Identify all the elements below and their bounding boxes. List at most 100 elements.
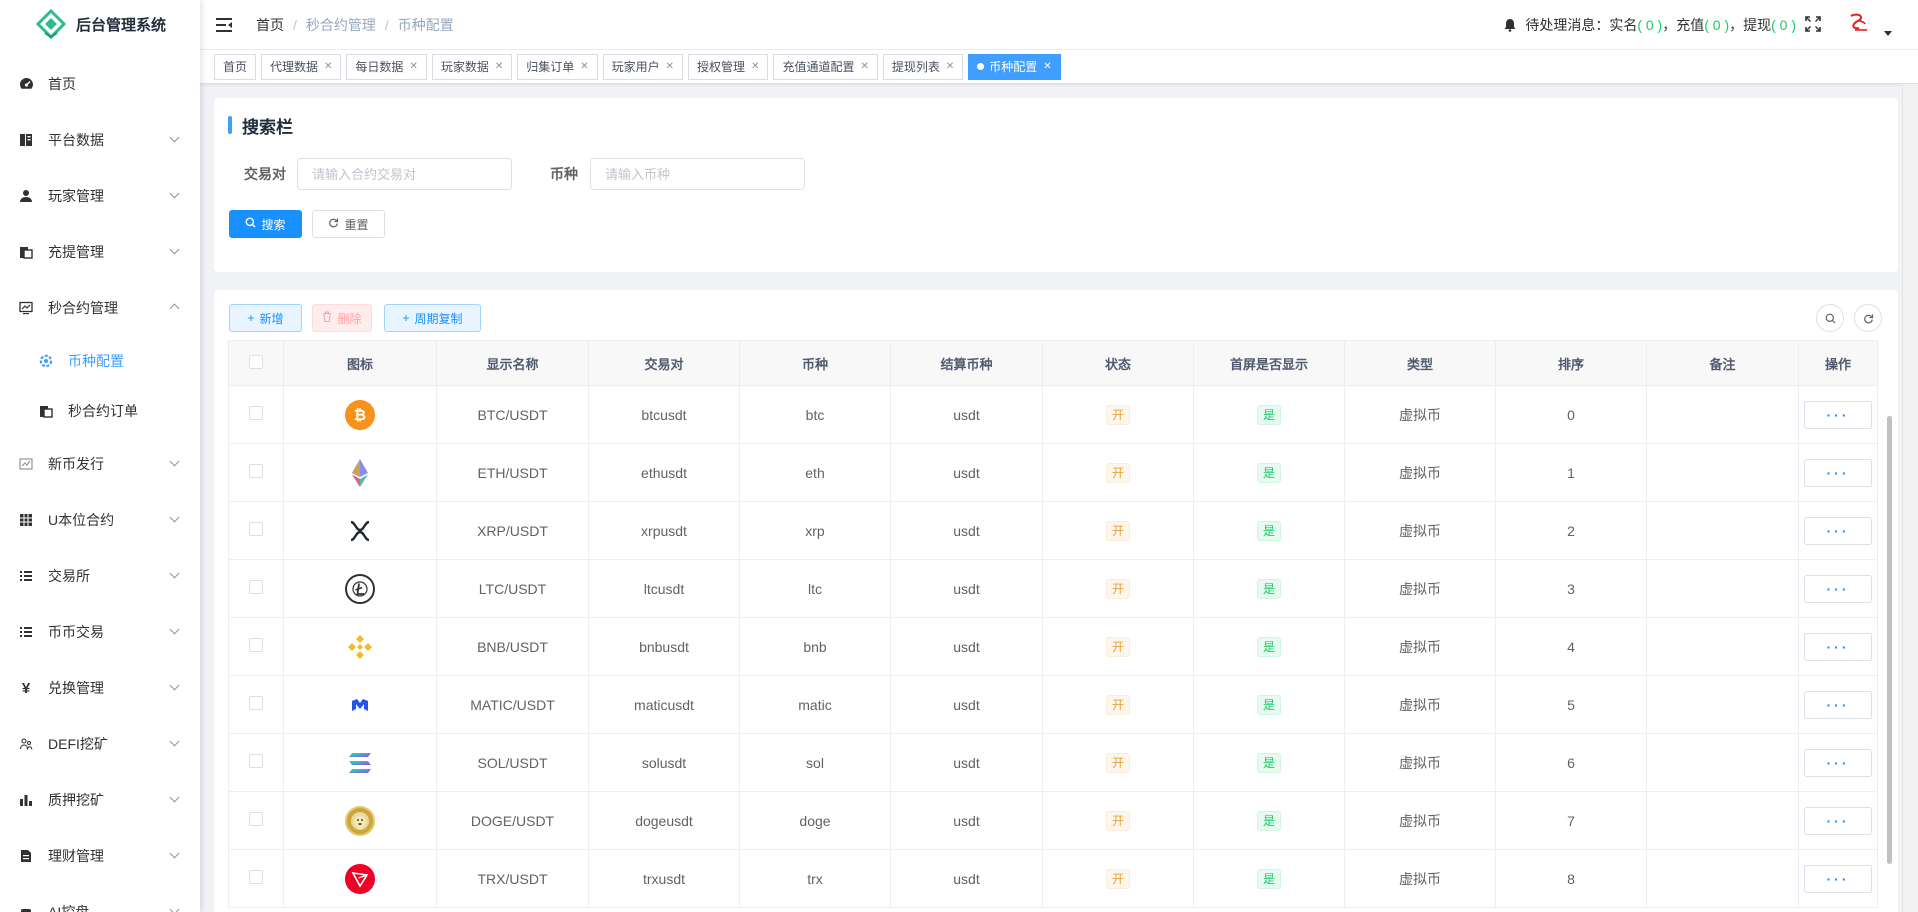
tag-daily-data[interactable]: 每日数据 ✕ (346, 53, 427, 80)
fullscreen-icon[interactable] (1805, 16, 1821, 32)
logo[interactable]: 后台管理系统 (0, 0, 200, 48)
close-icon[interactable]: ✕ (409, 55, 417, 79)
more-actions-button[interactable]: ··· (1804, 400, 1872, 429)
close-icon[interactable]: ✕ (946, 55, 954, 79)
row-checkbox[interactable] (249, 638, 263, 652)
document-icon (18, 848, 34, 864)
sidebar-item-player[interactable]: 玩家管理 (0, 168, 200, 224)
table-row[interactable]: LTC/USDT ltcusdt ltc usdt 开 是 虚拟币 3 ··· (228, 559, 1878, 618)
close-icon[interactable]: ✕ (751, 55, 759, 79)
close-icon[interactable]: ✕ (580, 55, 588, 79)
table-row[interactable]: TRX/USDT trxusdt trx usdt 开 是 虚拟币 8 ··· (228, 849, 1878, 908)
sidebar-item-convert[interactable]: ¥ 兑换管理 (0, 660, 200, 716)
table-row[interactable]: DOGE/USDT dogeusdt doge usdt 开 是 虚拟币 7 ·… (228, 791, 1878, 850)
sidebar-item-new-coin[interactable]: 新币发行 (0, 436, 200, 492)
top-navbar: 首页 / 秒合约管理 / 币种配置 待处理消息：实名 ( 0 ) ，充值 ( 0… (200, 0, 1918, 50)
list-icon (18, 624, 34, 640)
more-actions-button[interactable]: ··· (1804, 516, 1872, 545)
row-checkbox[interactable] (249, 870, 263, 884)
sidebar-item-exchange[interactable]: 交易所 (0, 548, 200, 604)
tag-recharge-channel[interactable]: 充值通道配置 ✕ (773, 53, 878, 80)
row-checkbox[interactable] (249, 696, 263, 710)
select-all-checkbox[interactable] (249, 354, 263, 369)
sidebar-item-u-contract[interactable]: U本位合约 (0, 492, 200, 548)
pair-cell: ethusdt (588, 443, 740, 502)
table-row[interactable]: XRP/USDT xrpusdt xrp usdt 开 是 虚拟币 2 ··· (228, 501, 1878, 560)
reset-button-label: 重置 (344, 217, 369, 232)
row-select-cell (228, 733, 284, 792)
table-row[interactable]: ₿ BTC/USDT btcusdt btc usdt 开 是 虚拟币 0 ··… (228, 385, 1878, 444)
notice-withdraw-count[interactable]: ( 0 ) (1771, 17, 1796, 33)
row-checkbox[interactable] (249, 406, 263, 420)
close-icon[interactable]: ✕ (1043, 55, 1051, 79)
delete-button[interactable]: 删除 (312, 304, 372, 332)
pair-cell: solusdt (588, 733, 740, 792)
tag-player-users[interactable]: 玩家用户 ✕ (602, 53, 684, 80)
row-checkbox[interactable] (249, 464, 263, 478)
sort-cell: 1 (1495, 443, 1647, 502)
row-select-cell (228, 675, 284, 734)
tag-agent-data[interactable]: 代理数据 ✕ (261, 53, 342, 80)
close-icon[interactable]: ✕ (495, 55, 503, 79)
row-checkbox[interactable] (249, 812, 263, 826)
sidebar-item-second-contract[interactable]: 秒合约管理 (0, 280, 200, 336)
table-row[interactable]: ETH/USDT ethusdt eth usdt 开 是 虚拟币 1 ··· (228, 443, 1878, 502)
sidebar-item-staking[interactable]: 质押挖矿 (0, 772, 200, 828)
more-actions-button[interactable]: ··· (1804, 632, 1872, 661)
status-badge: 开 (1105, 868, 1130, 889)
more-actions-button[interactable]: ··· (1804, 864, 1872, 893)
breadcrumb-home[interactable]: 首页 (256, 15, 284, 35)
more-actions-button[interactable]: ··· (1804, 574, 1872, 603)
tag-home[interactable]: 首页 (214, 53, 257, 80)
pair-input[interactable] (297, 158, 512, 190)
tag-auth-manage[interactable]: 授权管理 ✕ (688, 53, 769, 80)
row-checkbox[interactable] (249, 754, 263, 768)
sidebar-item-recharge[interactable]: 充提管理 (0, 224, 200, 280)
close-icon[interactable]: ✕ (860, 55, 868, 79)
sidebar-item-platform-data[interactable]: 平台数据 (0, 112, 200, 168)
page-scrollbar[interactable] (1902, 84, 1918, 912)
tag-coin-config[interactable]: 币种配置 ✕ (968, 53, 1061, 80)
table-row[interactable]: BNB/USDT bnbusdt bnb usdt 开 是 虚拟币 4 ··· (228, 617, 1878, 676)
period-copy-button[interactable]: + 周期复制 (384, 304, 481, 332)
more-actions-button[interactable]: ··· (1804, 806, 1872, 835)
column-header: 类型 (1344, 340, 1496, 386)
pending-messages[interactable]: 待处理消息：实名 ( 0 ) ，充值 ( 0 ) ，提现 ( 0 ) (1503, 15, 1796, 35)
table-row[interactable]: MATIC/USDT maticusdt matic usdt 开 是 虚拟币 … (228, 675, 1878, 734)
header-select-all[interactable] (228, 340, 284, 386)
sidebar-item-home[interactable]: 首页 (0, 56, 200, 112)
sidebar-item-defi[interactable]: DEFI挖矿 (0, 716, 200, 772)
sidebar-subitem-coin-config[interactable]: 币种配置 (0, 336, 200, 386)
column-header: 首屏是否显示 (1193, 340, 1345, 386)
table-row[interactable]: SOL/USDT solusdt sol usdt 开 是 虚拟币 6 ··· (228, 733, 1878, 792)
row-checkbox[interactable] (249, 522, 263, 536)
notice-recharge-count[interactable]: ( 0 ) (1704, 17, 1729, 33)
more-actions-button[interactable]: ··· (1804, 458, 1872, 487)
close-icon[interactable]: ✕ (666, 55, 674, 79)
svg-text:₿: ₿ (354, 406, 366, 424)
close-icon[interactable]: ✕ (324, 55, 332, 79)
sidebar-item-spot[interactable]: 币币交易 (0, 604, 200, 660)
table-scrollbar[interactable] (1887, 416, 1892, 864)
refresh-button[interactable] (1854, 304, 1882, 332)
caret-down-icon[interactable] (1884, 31, 1892, 36)
more-actions-button[interactable]: ··· (1804, 748, 1872, 777)
search-button[interactable]: 搜索 (229, 210, 302, 238)
more-actions-button[interactable]: ··· (1804, 690, 1872, 719)
sidebar-subitem-second-orders[interactable]: 秒合约订单 (0, 386, 200, 436)
toggle-search-button[interactable] (1816, 304, 1844, 332)
tag-withdraw-list[interactable]: 提现列表 ✕ (882, 53, 964, 80)
dashboard-icon (18, 76, 34, 92)
notice-realname-count[interactable]: ( 0 ) (1637, 17, 1662, 33)
coin-input[interactable] (590, 158, 805, 190)
menu-toggle-icon[interactable] (216, 17, 234, 33)
type-cell: 虚拟币 (1344, 733, 1496, 792)
sidebar-item-finance[interactable]: 理财管理 (0, 828, 200, 884)
add-button[interactable]: + 新增 (229, 304, 302, 332)
avatar[interactable] (1846, 12, 1870, 36)
tag-collect-orders[interactable]: 归集订单 ✕ (517, 53, 598, 80)
tag-player-data[interactable]: 玩家数据 ✕ (431, 53, 513, 80)
reset-button[interactable]: 重置 (312, 210, 385, 238)
row-checkbox[interactable] (249, 580, 263, 594)
sidebar-item-ai[interactable]: AI控盘 (0, 884, 200, 912)
